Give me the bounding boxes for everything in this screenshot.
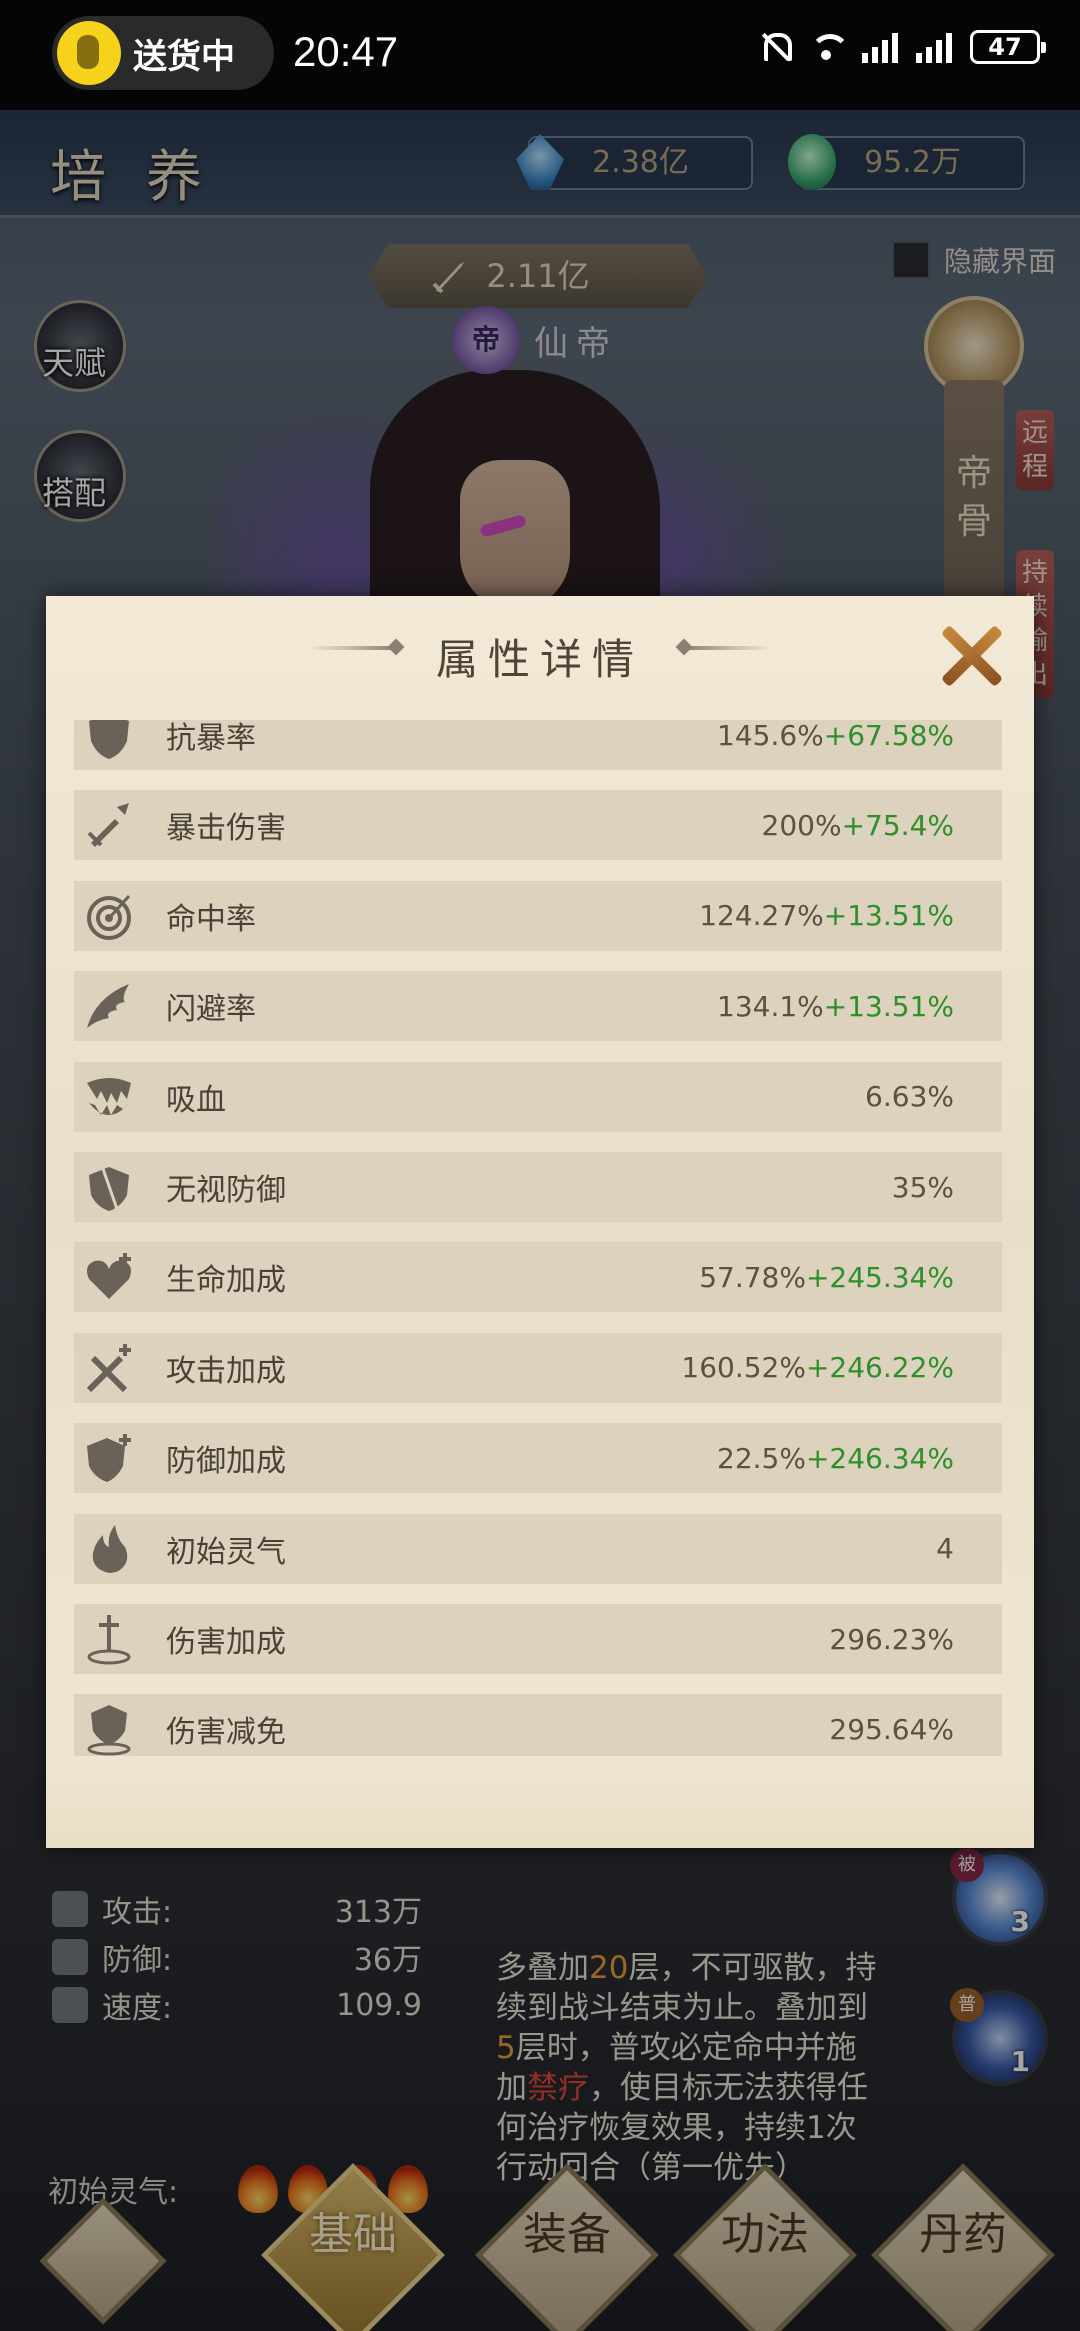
attribute-row: 防御加成 22.5%+246.34%: [74, 1423, 1002, 1494]
crossed-swords-plus-icon: [74, 1333, 144, 1403]
attribute-base-value: 160.52%: [681, 1351, 806, 1385]
attribute-name: 抗暴率: [166, 721, 256, 756]
attribute-name: 无视防御: [166, 1173, 286, 1208]
shield-plus-icon: [74, 1423, 144, 1493]
attribute-value: 145.6%+67.58%: [717, 720, 954, 752]
attribute-name: 伤害加成: [166, 1625, 286, 1660]
attribute-name: 生命加成: [166, 1263, 286, 1299]
attribute-details-dialog: 属性详情 抗暴率 145.6%+67.58% 暴击伤害 200%+75.4% 命中率 12…: [46, 596, 1034, 1848]
attribute-row: 闪避率 134.1%+13.51%: [74, 971, 1002, 1042]
attribute-name: 攻击加成: [166, 1353, 286, 1389]
attribute-row: 初始灵气 4: [74, 1513, 1002, 1584]
attribute-row: 无视防御 35%: [74, 1152, 1002, 1222]
attribute-bonus-value: +13.51%: [823, 989, 954, 1023]
attribute-name: 初始灵气: [166, 1534, 286, 1570]
broken-sword-icon: [74, 790, 144, 860]
title-ornament-right: [682, 646, 772, 650]
attribute-base-value: 134.1%: [717, 989, 824, 1023]
sword-ground-icon: [74, 1604, 144, 1674]
attribute-row: 暴击伤害 200%+75.4%: [74, 790, 1002, 861]
attribute-bonus-value: +13.51%: [823, 899, 954, 933]
delivery-pill[interactable]: 送货中: [52, 16, 274, 90]
wing-icon: [74, 971, 144, 1041]
attribute-value: 160.52%+246.22%: [681, 1351, 954, 1384]
flame-icon: [74, 1514, 144, 1584]
attribute-list[interactable]: 抗暴率 145.6%+67.58% 暴击伤害 200%+75.4% 命中率 124.27%…: [74, 720, 1002, 1756]
attribute-row: 伤害加成 296.23%: [74, 1604, 1002, 1674]
attribute-name: 暴击伤害: [166, 811, 286, 847]
attribute-base-value: 4: [936, 1532, 954, 1566]
target-icon: [74, 881, 144, 951]
attribute-row: 攻击加成 160.52%+246.22%: [74, 1332, 1002, 1403]
attribute-bonus-value: +245.34%: [805, 1260, 954, 1294]
wifi-icon: [810, 30, 850, 64]
attribute-bonus-value: +75.4%: [841, 808, 954, 842]
attribute-row: 生命加成 57.78%+245.34%: [74, 1242, 1002, 1313]
attribute-value: 200%+75.4%: [762, 809, 954, 842]
attribute-name: 吸血: [166, 1082, 226, 1118]
dialog-footer: [46, 1756, 1034, 1848]
attribute-base-value: 295.64%: [829, 1712, 954, 1746]
muted-bell-icon: [758, 30, 792, 64]
attribute-bonus-value: +246.34%: [805, 1441, 954, 1475]
attribute-name: 伤害减免: [166, 1715, 286, 1751]
attribute-row: 命中率 124.27%+13.51%: [74, 880, 1002, 951]
attribute-base-value: 6.63%: [865, 1080, 954, 1114]
attribute-value: 57.78%+245.34%: [699, 1261, 954, 1294]
attribute-value: 295.64%: [829, 1713, 954, 1746]
dialog-header: 属性详情: [46, 596, 1034, 720]
attribute-value: 296.23%: [829, 1623, 954, 1656]
status-bar: 送货中 20:47 47: [0, 0, 1080, 110]
attribute-value: 35%: [892, 1171, 954, 1204]
attribute-value: 124.27%+13.51%: [699, 899, 954, 932]
attribute-base-value: 22.5%: [717, 1441, 806, 1475]
battery-icon: 47: [970, 30, 1046, 64]
attribute-name: 防御加成: [166, 1444, 286, 1480]
attribute-base-value: 57.78%: [699, 1260, 806, 1294]
attribute-base-value: 296.23%: [829, 1622, 954, 1656]
shield-ground-icon: [74, 1694, 144, 1756]
close-button[interactable]: [938, 622, 1004, 688]
pierced-shield-icon: [74, 1152, 144, 1222]
dialog-title: 属性详情: [435, 635, 644, 684]
attribute-row: 吸血 6.63%: [74, 1061, 1002, 1132]
attribute-name: 命中率: [166, 901, 256, 937]
attribute-base-value: 145.6%: [717, 720, 824, 752]
attribute-value: 22.5%+246.34%: [717, 1442, 954, 1475]
heart-plus-icon: [74, 1242, 144, 1312]
system-icons: 47: [758, 30, 1046, 64]
signal-1-icon: [862, 31, 898, 63]
delivery-label: 送货中: [133, 36, 235, 77]
clock: 20:47: [293, 28, 399, 75]
attribute-bonus-value: +67.58%: [823, 720, 954, 752]
attribute-row: 抗暴率 145.6%+67.58%: [74, 720, 1002, 770]
attribute-value: 134.1%+13.51%: [717, 990, 954, 1023]
attribute-row: 伤害减免 295.64%: [74, 1694, 1002, 1756]
attribute-base-value: 35%: [891, 1170, 954, 1204]
signal-2-icon: [916, 31, 952, 63]
delivery-app-icon: [57, 21, 121, 85]
attribute-base-value: 124.27%: [699, 899, 824, 933]
attribute-value: 4: [936, 1532, 954, 1565]
fangs-icon: [74, 1062, 144, 1132]
attribute-base-value: 200%: [761, 808, 842, 842]
attribute-name: 闪避率: [166, 992, 256, 1028]
attribute-value: 6.63%: [865, 1080, 954, 1113]
shield-icon: [74, 720, 144, 770]
attribute-bonus-value: +246.22%: [805, 1351, 954, 1385]
